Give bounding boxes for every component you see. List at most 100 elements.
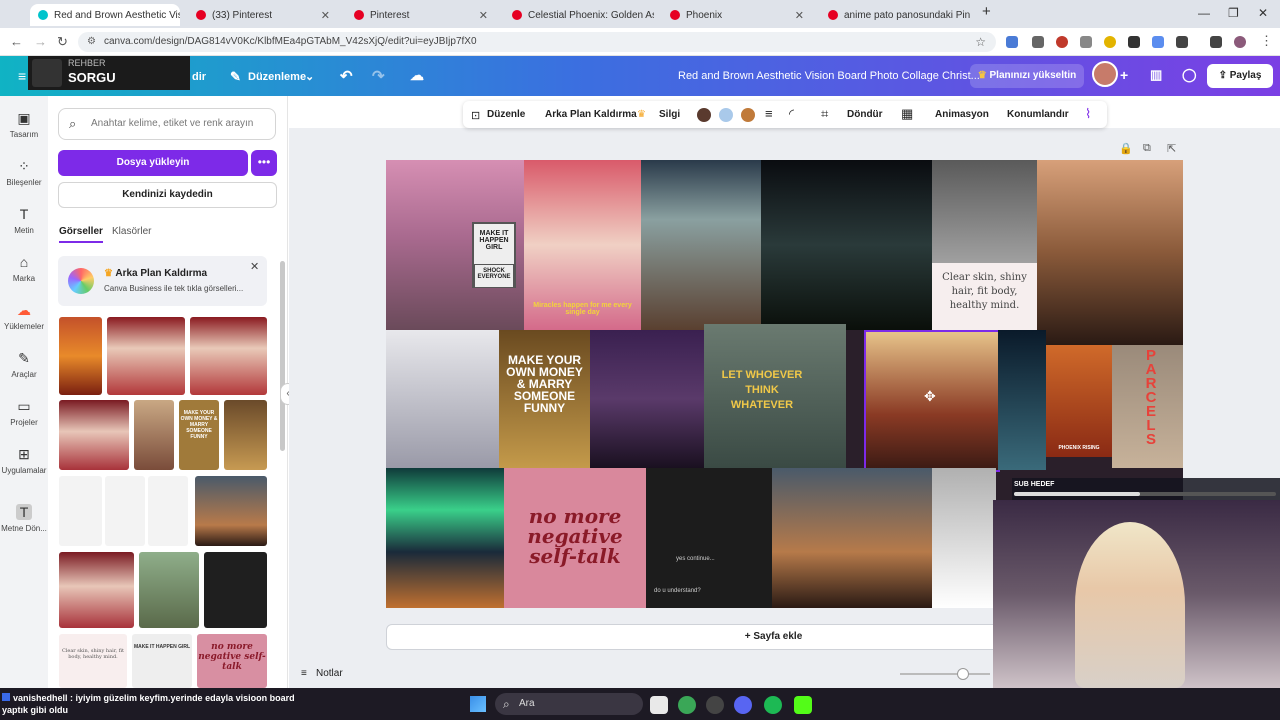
chevron-down-icon[interactable]: ⌄ xyxy=(305,70,314,83)
download-icon[interactable] xyxy=(1210,36,1222,48)
upload-thumb-understand[interactable] xyxy=(204,552,267,628)
translate-extension-icon[interactable] xyxy=(1006,36,1018,48)
new-tab-button[interactable]: + xyxy=(982,3,991,20)
rail-item-apps[interactable]: ⊞ Uygulamalar xyxy=(0,446,48,475)
upload-thumb-blank-3[interactable] xyxy=(148,476,188,546)
transparency-icon[interactable]: ▦ xyxy=(901,106,913,122)
back-arrow-icon[interactable]: ← xyxy=(10,34,23,49)
browser-menu-icon[interactable]: ⋮ xyxy=(1260,33,1273,49)
add-collaborator-icon[interactable]: + xyxy=(1120,67,1128,83)
upload-thumb-princess-2[interactable] xyxy=(190,317,267,395)
cloud-save-icon[interactable]: ☁ xyxy=(410,67,424,84)
tile-parcels[interactable]: PARCELS xyxy=(1112,345,1183,468)
tile-dark-sky[interactable] xyxy=(998,330,1046,470)
profile-avatar[interactable] xyxy=(1234,36,1246,48)
bookmark-star-icon[interactable]: ☆ xyxy=(975,32,986,52)
extension-icon[interactable] xyxy=(1152,36,1164,48)
browser-tab-pinterest[interactable]: Pinterest ✕ xyxy=(346,4,496,26)
tab-folders[interactable]: Klasörler xyxy=(112,226,151,237)
browser-tab-celestial-phoenix[interactable]: Celestial Phoenix: Golden Asce ✕ xyxy=(504,4,654,26)
tile-phoenix[interactable]: PHOENIX RISING xyxy=(1046,345,1112,457)
site-info-icon[interactable]: ⚙ xyxy=(87,32,96,52)
tile-boxing-gloves[interactable] xyxy=(932,160,1037,263)
spotify-icon[interactable] xyxy=(764,696,782,714)
upload-thumb-no-more[interactable]: no more negative self-talk xyxy=(197,634,267,688)
tile-princess[interactable]: Miracles happen for me every single day xyxy=(524,160,641,330)
extension-icon[interactable] xyxy=(1128,36,1140,48)
animate-button[interactable]: Animasyon xyxy=(935,109,989,120)
eraser-button[interactable]: Silgi xyxy=(659,109,680,120)
upload-thumb-city[interactable] xyxy=(134,400,174,470)
upload-thumb-princess[interactable] xyxy=(107,317,185,395)
url-input[interactable]: ⚙ canva.com/design/DAG814vV0Kc/KlbfMEa4p… xyxy=(78,32,996,52)
more-options-button[interactable]: ••• xyxy=(251,150,277,176)
windows-start-icon[interactable] xyxy=(470,696,486,712)
bg-remove-button[interactable]: Arka Plan Kaldırma xyxy=(545,109,637,120)
rail-item-text-convert[interactable]: T Metne Dön... xyxy=(0,504,48,533)
tile-clear-skin[interactable]: Clear skin, shiny hair, fit body, health… xyxy=(932,263,1037,330)
user-avatar[interactable] xyxy=(1092,61,1118,87)
kick-live-icon[interactable] xyxy=(794,696,812,714)
tile-car[interactable] xyxy=(932,468,996,608)
record-yourself-button[interactable]: Kendinizi kaydedin xyxy=(58,182,277,208)
extension-icon[interactable] xyxy=(1104,36,1116,48)
browser-tab-phoenix[interactable]: Phoenix ✕ xyxy=(662,4,812,26)
upload-thumb-campfire[interactable] xyxy=(195,476,267,546)
tile-understand[interactable]: yes continue... do u understand? xyxy=(646,468,772,608)
tab-images[interactable]: Görseller xyxy=(59,226,103,243)
color-swatch[interactable] xyxy=(741,108,755,122)
bg-remover-promo[interactable]: ♛ Arka Plan Kaldırma Canva Business ile … xyxy=(58,256,267,306)
reload-icon[interactable]: ↻ xyxy=(57,34,68,50)
rail-item-uploads[interactable]: ☁ Yüklemeler xyxy=(0,302,48,331)
rail-item-text[interactable]: T Metin xyxy=(0,206,48,235)
upload-thumb-princess-3[interactable] xyxy=(59,400,129,470)
rail-item-elements[interactable]: ⁘ Bileşenler xyxy=(0,158,48,187)
taskbar-search-input[interactable]: ⌕ Ara xyxy=(495,693,643,715)
tile-colosseum[interactable] xyxy=(1037,160,1183,345)
extensions-puzzle-icon[interactable] xyxy=(1176,36,1188,48)
browser-tab-anime-pato[interactable]: anime pato panosundaki Pin ✕ xyxy=(820,4,972,26)
restore-window-icon[interactable]: ❐ xyxy=(1228,6,1239,20)
upload-thumb-make-it-happen[interactable]: MAKE IT HAPPEN GIRL xyxy=(132,634,192,688)
tile-shock-sign[interactable]: SHOCK EVERYONE xyxy=(474,264,514,288)
close-window-icon[interactable]: ✕ xyxy=(1258,6,1268,20)
tile-concert[interactable] xyxy=(761,160,932,330)
comment-icon[interactable]: ◯ xyxy=(1182,67,1197,83)
redo-icon[interactable]: ↷ xyxy=(372,67,385,85)
upload-thumb-gold[interactable] xyxy=(224,400,267,470)
upload-thumb-clear-skin[interactable]: Clear skin, shiny hair, fit body, health… xyxy=(59,634,127,688)
extension-icon[interactable] xyxy=(1080,36,1092,48)
rail-item-tools[interactable]: ✎ Araçlar xyxy=(0,350,48,379)
add-page-icon[interactable]: ⇱ xyxy=(1167,142,1176,155)
color-swatch[interactable] xyxy=(719,108,733,122)
zoom-slider[interactable] xyxy=(900,673,990,675)
duplicate-page-icon[interactable]: ⧉ xyxy=(1143,142,1151,155)
tile-no-more[interactable]: no more negative self-talk xyxy=(504,468,646,608)
header-menu-partial[interactable]: dir xyxy=(192,71,206,83)
forward-arrow-icon[interactable]: → xyxy=(34,34,47,49)
tile-bouquet[interactable] xyxy=(386,330,499,468)
edit-image-button[interactable]: Düzenle xyxy=(487,109,525,120)
upgrade-plan-button[interactable]: ♛ Planınızı yükseltin xyxy=(970,64,1084,88)
upload-thumb-blank-2[interactable] xyxy=(105,476,145,546)
corner-rounding-icon[interactable]: ◜ xyxy=(789,106,794,122)
upload-thumb-princess-4[interactable] xyxy=(59,552,134,628)
rotate-button[interactable]: Döndür xyxy=(847,109,883,120)
extension-icon[interactable] xyxy=(1056,36,1068,48)
panel-scrollbar[interactable] xyxy=(280,261,285,451)
tab-close-icon[interactable]: ✕ xyxy=(795,9,804,22)
upload-thumb-cash[interactable] xyxy=(139,552,199,628)
tile-singer[interactable] xyxy=(590,330,704,468)
upload-thumb-blank[interactable] xyxy=(59,476,102,546)
share-button[interactable]: ⇪ Paylaş xyxy=(1207,64,1273,88)
hamburger-menu-icon[interactable]: ≡ xyxy=(18,68,26,84)
crop-icon[interactable]: ⌗ xyxy=(821,106,828,122)
undo-icon[interactable]: ↶ xyxy=(340,67,353,85)
color-swatch[interactable] xyxy=(697,108,711,122)
rail-item-design[interactable]: ▣ Tasarım xyxy=(0,110,48,139)
discord-icon[interactable] xyxy=(734,696,752,714)
upload-thumb-phoenix[interactable] xyxy=(59,317,102,395)
lock-icon[interactable]: 🔒 xyxy=(1119,142,1133,155)
upload-file-button[interactable]: Dosya yükleyin xyxy=(58,150,248,176)
tile-aurora[interactable] xyxy=(386,468,504,608)
